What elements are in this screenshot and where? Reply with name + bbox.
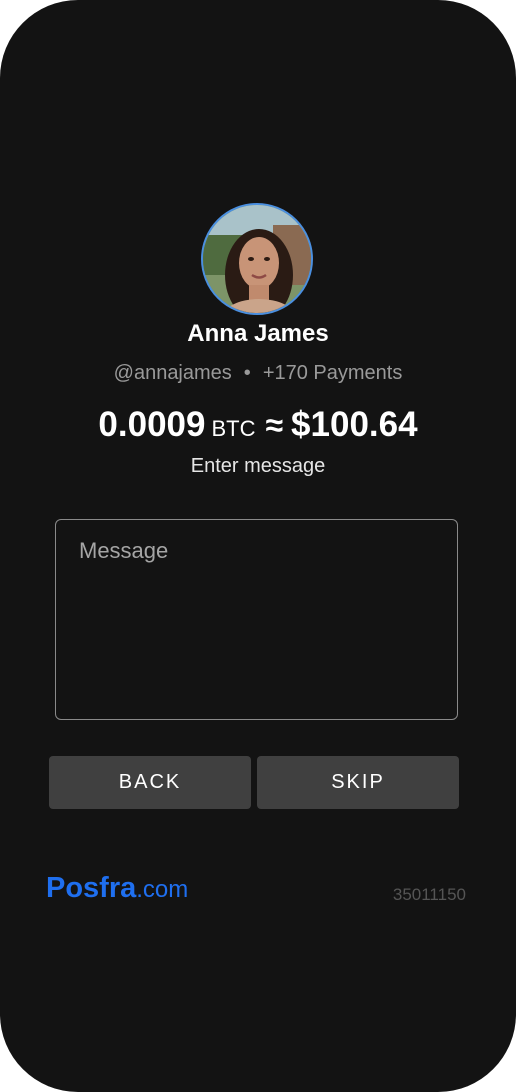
fiat-amount: $100.64 — [291, 405, 418, 444]
logo-brand: Posfra — [46, 872, 137, 904]
amount-display: 0.0009 BTC ≈ $100.64 — [0, 405, 516, 445]
avatar-photo — [203, 205, 311, 313]
crypto-unit: BTC — [211, 416, 256, 441]
avatar — [201, 203, 313, 315]
recipient-handle: @annajames — [113, 362, 232, 384]
payment-screen: Anna James @annajames • +170 Payments 0.00… — [0, 0, 516, 1092]
approx-symbol: ≈ — [265, 407, 284, 443]
skip-button[interactable]: SKIP — [257, 756, 459, 809]
recipient-name: Anna James — [187, 320, 329, 347]
crypto-amount: 0.0009 — [98, 405, 206, 444]
logo-tld: .com — [136, 876, 189, 903]
recipient-meta: @annajames • +170 Payments — [0, 362, 516, 385]
message-input[interactable] — [55, 519, 458, 720]
reference-number: 35011150 — [392, 885, 466, 904]
payments-count: +170 Payments — [262, 362, 403, 384]
posfra-logo[interactable]: Posfra.com — [46, 872, 188, 905]
back-button[interactable]: BACK — [49, 756, 251, 809]
separator-dot: • — [243, 362, 251, 384]
message-prompt: Enter message — [190, 455, 326, 477]
